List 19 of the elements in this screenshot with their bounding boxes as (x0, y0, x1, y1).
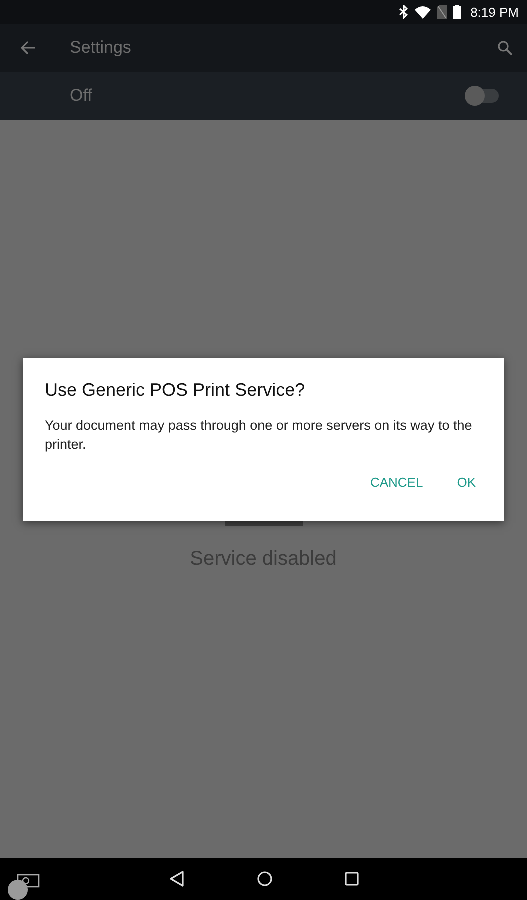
clock: 8:19 PM (470, 4, 519, 20)
wifi-icon (414, 6, 431, 18)
switch-label: Off (70, 86, 94, 106)
search-icon[interactable] (497, 40, 513, 56)
no-sim-icon (436, 5, 447, 19)
back-icon[interactable] (168, 871, 184, 887)
toggle-switch[interactable] (467, 89, 499, 103)
camera-icon[interactable] (17, 872, 41, 888)
recents-icon[interactable] (344, 872, 358, 886)
home-icon[interactable] (256, 871, 272, 887)
bluetooth-icon (398, 5, 409, 19)
touch-indicator (8, 880, 28, 900)
dialog-button[interactable]: OK (449, 469, 484, 496)
dialog-message: Your document may pass through one or more servers on its way to the printer. (45, 417, 474, 454)
dialog-title: Use Generic POS Print Service? (45, 380, 306, 401)
back-arrow-icon[interactable] (20, 40, 36, 56)
dialog-button[interactable]: CANCEL (362, 469, 432, 496)
toolbar-title: Settings (70, 38, 132, 58)
battery-icon (452, 5, 461, 19)
